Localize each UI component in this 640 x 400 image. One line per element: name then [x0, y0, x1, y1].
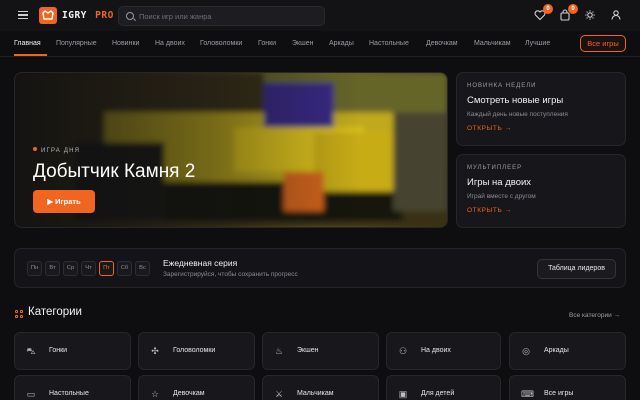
board-icon: ▭ [26, 389, 36, 399]
nav-item-arcade[interactable]: Аркады [329, 40, 354, 47]
streak-title: Ежедневная серия [163, 258, 238, 268]
daily-streak-panel: Пн Вт Ср Чт Пт Сб Вс Ежедневная серия За… [14, 248, 626, 288]
leaderboard-button[interactable]: Таблица лидеров [537, 259, 616, 279]
user-icon [611, 10, 621, 20]
category-label: Все игры [544, 390, 574, 397]
category-label: Мальчикам [297, 390, 334, 397]
search-input[interactable] [139, 7, 319, 25]
sun-icon [585, 10, 595, 20]
new-week-card[interactable]: НОВИНКА НЕДЕЛИ Смотреть новые игры Кажды… [456, 72, 626, 146]
controller-icon: ⌨ [521, 389, 534, 399]
search-icon [126, 12, 134, 20]
card-title: Смотреть новые игры [467, 95, 564, 106]
day-thu: Чт [81, 261, 96, 276]
streak-subtitle: Зарегистрируйся, чтобы сохранить прогрес… [163, 271, 298, 278]
category-label: Гонки [49, 347, 68, 354]
day-wed: Ср [63, 261, 78, 276]
favorites-button[interactable]: 0 [533, 4, 553, 22]
category-card-all[interactable]: ⌨ Все игры [509, 375, 626, 400]
all-games-button[interactable]: Все игры [580, 35, 626, 52]
category-card-boys[interactable]: ⚔ Мальчикам [262, 375, 379, 400]
category-label: Экшен [297, 347, 319, 354]
category-card-board[interactable]: ▭ Настольные [14, 375, 131, 400]
nav-item-action[interactable]: Экшен [292, 40, 313, 47]
category-nav: Главная Популярные Новинки На двоих Голо… [0, 31, 640, 57]
hero-banner[interactable]: ИГРА ДНЯ Добытчик Камня 2 ▶ Играть [14, 72, 448, 228]
category-card-racing[interactable]: ⛍ Гонки [14, 332, 131, 370]
category-card-two-players[interactable]: ⚇ На двоих [386, 332, 501, 370]
card-kicker: НОВИНКА НЕДЕЛИ [467, 83, 537, 89]
card-title: Игры на двоих [467, 177, 532, 188]
category-label: На двоих [421, 347, 451, 354]
nav-item-racing[interactable]: Гонки [258, 40, 276, 47]
hero-kicker: ИГРА ДНЯ [33, 147, 80, 154]
profile-button[interactable] [609, 8, 623, 22]
fire-icon: ♨ [274, 346, 284, 356]
day-mon: Пн [27, 261, 42, 276]
users-icon: ⚇ [398, 346, 408, 356]
menu-icon[interactable] [18, 11, 28, 19]
logo-pro: PRO [95, 10, 114, 21]
category-label: Для детей [421, 390, 455, 397]
category-label: Настольные [49, 390, 89, 397]
sword-icon: ⚔ [274, 389, 284, 399]
category-label: Девочкам [173, 390, 205, 397]
categories-title: Категории [28, 306, 82, 318]
logo-text[interactable]: IGRY PRO [62, 10, 114, 21]
day-sun: Вс [135, 261, 150, 276]
category-label: Аркады [544, 347, 569, 354]
favorites-badge: 0 [543, 4, 553, 14]
category-card-girls[interactable]: ☆ Девочкам [138, 375, 255, 400]
theme-toggle-button[interactable] [583, 8, 597, 22]
nav-item-best[interactable]: Лучшие [525, 40, 550, 47]
open-link[interactable]: ОТКРЫТЬ → [467, 207, 512, 214]
category-card-kids[interactable]: ▣ Для детей [386, 375, 501, 400]
card-subtitle: Каждый день новые поступления [467, 111, 568, 118]
nav-item-new[interactable]: Новинки [112, 40, 139, 47]
all-categories-link[interactable]: Все категории → [569, 312, 620, 319]
card-subtitle: Играй вместе с другом [467, 193, 536, 200]
open-link[interactable]: ОТКРЫТЬ → [467, 125, 512, 132]
nav-item-board[interactable]: Настольные [369, 40, 409, 47]
category-label: Головоломки [173, 347, 216, 354]
cart-button[interactable]: 0 [558, 4, 578, 22]
active-nav-indicator [14, 54, 47, 56]
car-icon: ⛍ [26, 346, 36, 356]
play-button[interactable]: ▶ Играть [33, 190, 95, 213]
cart-badge: 0 [568, 4, 578, 14]
grid-icon [15, 310, 23, 318]
card-kicker: МУЛЬТИПЛЕЕР [467, 165, 523, 171]
nav-item-girls[interactable]: Девочкам [426, 40, 458, 47]
nav-item-boys[interactable]: Мальчикам [474, 40, 511, 47]
category-card-action[interactable]: ♨ Экшен [262, 332, 379, 370]
nav-item-popular[interactable]: Популярные [56, 40, 97, 47]
hero-title: Добытчик Камня 2 [33, 161, 196, 182]
star-icon: ☆ [150, 389, 160, 399]
day-tue: Вт [45, 261, 60, 276]
nav-item-puzzles[interactable]: Головоломки [200, 40, 242, 47]
day-sat: Сб [117, 261, 132, 276]
gamepad-icon: ▣ [398, 389, 408, 399]
puzzle-icon: ✣ [151, 346, 159, 356]
nav-item-main[interactable]: Главная [14, 40, 41, 47]
day-fri: Пт [99, 261, 114, 276]
nav-item-two-players[interactable]: На двоих [155, 40, 185, 47]
category-card-puzzles[interactable]: ✣ Головоломки [138, 332, 255, 370]
logo-icon[interactable] [39, 7, 57, 24]
category-card-arcade[interactable]: ◎ Аркады [509, 332, 626, 370]
target-icon: ◎ [522, 346, 530, 356]
top-bar: IGRY PRO 0 0 [0, 0, 640, 31]
multiplayer-card[interactable]: МУЛЬТИПЛЕЕР Игры на двоих Играй вместе с… [456, 154, 626, 228]
search-box[interactable] [118, 6, 325, 26]
